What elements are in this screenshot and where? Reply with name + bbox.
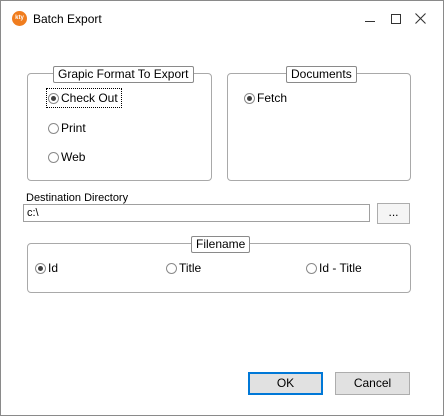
browse-button[interactable]: ... <box>377 203 410 224</box>
radio-circle <box>48 151 59 163</box>
radio-check-out[interactable]: Check Out <box>46 88 122 108</box>
close-icon <box>415 13 426 24</box>
minimize-button[interactable] <box>358 5 384 33</box>
destination-directory-input[interactable] <box>23 204 370 222</box>
close-button[interactable] <box>408 5 434 33</box>
radio-circle <box>244 92 255 104</box>
radio-circle <box>48 92 59 104</box>
radio-circle <box>48 122 59 134</box>
batch-export-dialog: kty Batch Export Grapic Format To Export… <box>0 0 444 416</box>
maximize-icon <box>391 14 401 24</box>
radio-label: Id <box>48 261 59 275</box>
radio-id[interactable]: Id <box>35 260 58 276</box>
radio-label: Fetch <box>257 91 288 105</box>
destination-directory-label: Destination Directory <box>26 192 129 204</box>
minimize-icon <box>365 21 375 22</box>
radio-label: Check Out <box>61 91 118 105</box>
ok-button[interactable]: OK <box>248 372 323 395</box>
radio-label: Id - Title <box>319 261 362 275</box>
window-title: Batch Export <box>33 12 102 26</box>
radio-label: Web <box>61 150 86 164</box>
graphic-format-legend: Grapic Format To Export <box>53 66 194 83</box>
app-icon: kty <box>12 11 27 26</box>
radio-circle <box>306 262 317 274</box>
radio-print[interactable]: Print <box>48 120 86 136</box>
maximize-button[interactable] <box>383 5 409 33</box>
radio-id-title[interactable]: Id - Title <box>306 260 362 276</box>
title-bar: kty Batch Export <box>1 1 443 37</box>
radio-fetch[interactable]: Fetch <box>244 90 287 106</box>
radio-label: Print <box>61 121 86 135</box>
documents-legend: Documents <box>286 66 357 83</box>
filename-legend: Filename <box>191 236 251 253</box>
radio-circle <box>35 262 46 274</box>
radio-web[interactable]: Web <box>48 149 85 165</box>
radio-title[interactable]: Title <box>166 260 201 276</box>
radio-label: Title <box>179 261 202 275</box>
cancel-button[interactable]: Cancel <box>335 372 410 395</box>
radio-circle <box>166 262 177 274</box>
